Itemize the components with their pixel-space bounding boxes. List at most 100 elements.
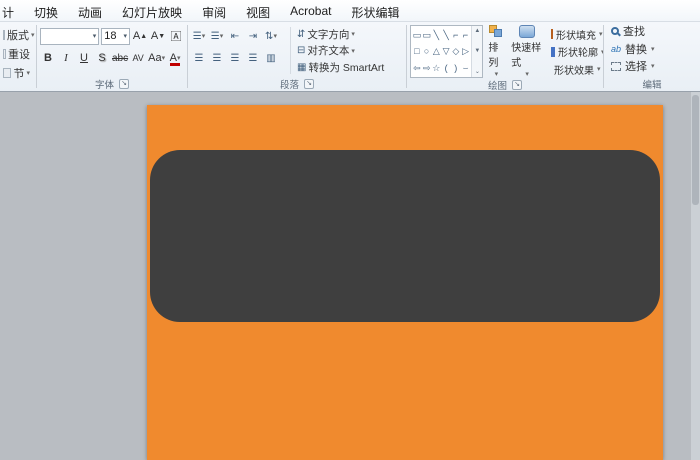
convert-smartart-button[interactable]: ▦ 转换为 SmartArt xyxy=(294,59,403,75)
shape-icon[interactable]: ⇦ xyxy=(413,63,421,73)
bold-button[interactable]: B xyxy=(40,50,56,67)
shape-icon[interactable]: □ xyxy=(414,46,419,56)
shape-icon[interactable]: ⌣ xyxy=(463,63,469,73)
text-direction-icon: ⇵ xyxy=(297,28,306,40)
arrange-icon xyxy=(489,25,503,38)
scrollbar-thumb[interactable] xyxy=(692,95,699,205)
quick-styles-icon xyxy=(519,25,536,38)
justify-button[interactable]: ☰ xyxy=(245,50,261,67)
group-paragraph: ☰ ▾ ☰ ▾ ⇤ ⇥ ⇅ ▾ ☰ ☰ ☰ ☰ ▥ ⇵ 文字方向 ▾ ⊟ 对齐文… xyxy=(188,22,406,91)
italic-button[interactable]: I xyxy=(58,50,74,67)
text-direction-button[interactable]: ⇵ 文字方向 ▾ xyxy=(294,26,403,42)
shape-icon[interactable]: ╲ xyxy=(443,30,448,40)
group-editing: 查找 ab 替换 ▾ 选择 ▾ 编辑 xyxy=(604,22,700,91)
shape-icon[interactable]: ⌐ xyxy=(453,30,458,40)
reset-icon xyxy=(3,48,6,59)
group-font: ▾ 18 ▾ A ▲ A ▼ 🄰 B I U S abc AV Aa ▾ A ▾… xyxy=(37,22,187,91)
font-color-button[interactable]: A ▾ xyxy=(167,50,183,67)
change-case-button[interactable]: Aa ▾ xyxy=(148,50,165,67)
font-group-label: 字体 ↘ xyxy=(37,76,187,91)
shape-icon[interactable]: ☆ xyxy=(432,63,440,73)
shape-icon[interactable]: ( xyxy=(445,63,448,73)
vertical-scrollbar[interactable] xyxy=(691,92,700,460)
section-button[interactable]: 节 ▾ xyxy=(3,63,33,82)
shape-icon[interactable]: ○ xyxy=(424,46,429,56)
replace-icon: ab xyxy=(611,43,622,54)
numbering-button[interactable]: ☰ ▾ xyxy=(209,28,225,45)
drawing-dialog-launcher[interactable]: ↘ xyxy=(512,80,522,90)
reset-button[interactable]: 重设 xyxy=(3,44,33,63)
editing-group-label: 编辑 xyxy=(642,79,662,91)
find-button[interactable]: 查找 xyxy=(608,23,700,39)
gallery-more-icon[interactable]: ⌄ xyxy=(475,68,480,75)
paragraph-group-label: 段落 ↘ xyxy=(188,76,406,91)
align-left-button[interactable]: ☰ xyxy=(191,50,207,67)
shape-icon[interactable]: ◇ xyxy=(452,46,459,56)
group-drawing: ▭ ▭ ╲ ╲ ⌐ ⌐ □ ○ △ ▽ ◇ ▷ ⇦ ⇨ ☆() ⌣ ▲ ▼ ⌄ 排列 ▾ 快速样式 ▾ xyxy=(407,22,603,91)
shape-outline-icon xyxy=(551,46,556,57)
ribbon: 计 切换 动画 幻灯片放映 审阅 视图 Acrobat 形状编辑 版式▾ 重设 xyxy=(0,0,700,92)
align-text-button[interactable]: ⊟ 对齐文本 ▾ xyxy=(294,43,403,59)
shape-icon[interactable]: ▽ xyxy=(443,46,450,56)
shapes-gallery-scrollbar[interactable]: ▲ ▼ ⌄ xyxy=(471,26,483,77)
font-name-combo[interactable]: ▾ xyxy=(40,27,100,45)
find-icon xyxy=(611,27,619,35)
shape-icon[interactable]: ╲ xyxy=(434,30,439,40)
shape-icon[interactable]: ▭ xyxy=(422,30,431,40)
shape-icon[interactable]: ▷ xyxy=(462,46,469,56)
tab-design-partial[interactable]: 计 xyxy=(0,0,24,21)
shape-icon[interactable]: △ xyxy=(433,46,440,56)
rounded-rectangle-shape[interactable] xyxy=(150,150,660,322)
tab-animations[interactable]: 动画 xyxy=(68,0,112,21)
quick-styles-button[interactable]: 快速样式 ▾ xyxy=(509,25,545,78)
line-spacing-button[interactable]: ⇅ ▾ xyxy=(263,28,279,45)
align-text-icon: ⊟ xyxy=(297,45,306,56)
underline-button[interactable]: U xyxy=(76,50,92,67)
scroll-down-icon[interactable]: ▼ xyxy=(474,48,480,54)
section-icon xyxy=(3,67,12,78)
replace-button[interactable]: ab 替换 ▾ xyxy=(608,41,700,57)
shape-icon[interactable]: ⌐ xyxy=(463,30,468,40)
shape-fill-icon xyxy=(551,29,554,39)
clear-formatting-icon[interactable]: 🄰 xyxy=(168,28,184,45)
align-center-button[interactable]: ☰ xyxy=(209,50,225,67)
arrange-button[interactable]: 排列 ▾ xyxy=(486,25,506,78)
paragraph-dialog-launcher[interactable]: ↘ xyxy=(304,78,314,89)
decrease-indent-button[interactable]: ⇤ xyxy=(227,28,243,45)
text-shadow-button[interactable]: S xyxy=(94,50,110,67)
bullets-button[interactable]: ☰ ▾ xyxy=(191,28,207,45)
shape-icon[interactable]: ) xyxy=(454,63,457,73)
layout-button[interactable]: 版式 ▾ xyxy=(3,25,35,44)
shape-outline-button[interactable]: 形状轮廓 ▾ xyxy=(548,44,603,60)
strikethrough-button[interactable]: abc xyxy=(112,50,128,67)
align-right-button[interactable]: ☰ xyxy=(227,50,243,67)
ribbon-body: 版式 ▾ 重设 节 ▾ ▾ 18 ▾ A ▲ A ▼ 🄰 B I U S abc… xyxy=(0,22,700,91)
increase-indent-button[interactable]: ⇥ xyxy=(245,28,261,45)
tab-review[interactable]: 审阅 xyxy=(192,0,236,21)
shapes-gallery-box: ▭ ▭ ╲ ╲ ⌐ ⌐ □ ○ △ ▽ ◇ ▷ ⇦ ⇨ ☆() ⌣ ▲ ▼ ⌄ xyxy=(410,25,484,78)
shape-icon[interactable]: ⇨ xyxy=(423,63,431,73)
tab-transitions[interactable]: 切换 xyxy=(24,0,68,21)
shape-icon[interactable]: ▭ xyxy=(413,30,422,40)
group-slides: 版式 ▾ 重设 节 ▾ xyxy=(0,22,36,91)
columns-button[interactable]: ▥ xyxy=(263,50,279,67)
shape-fill-button[interactable]: 形状填充 ▾ xyxy=(548,26,603,42)
scroll-up-icon[interactable]: ▲ xyxy=(474,28,480,34)
smartart-icon: ▦ xyxy=(297,61,307,73)
slide[interactable] xyxy=(147,105,663,460)
select-button[interactable]: 选择 ▾ xyxy=(608,58,700,74)
grow-font-button[interactable]: A ▲ xyxy=(132,28,148,45)
tab-acrobat[interactable]: Acrobat xyxy=(280,0,341,21)
drawing-group-label: 绘图 ↘ xyxy=(407,78,603,91)
tab-slideshow[interactable]: 幻灯片放映 xyxy=(112,0,192,21)
character-spacing-button[interactable]: AV xyxy=(130,50,146,67)
tab-shape-edit[interactable]: 形状编辑 xyxy=(341,0,409,21)
select-icon xyxy=(611,61,621,71)
layout-icon xyxy=(3,29,5,40)
font-size-combo[interactable]: 18 ▾ xyxy=(101,27,130,45)
shrink-font-button[interactable]: A ▼ xyxy=(150,28,166,45)
shape-effects-button[interactable]: 形状效果 ▾ xyxy=(548,61,601,77)
shapes-gallery: ▭ ▭ ╲ ╲ ⌐ ⌐ □ ○ △ ▽ ◇ ▷ ⇦ ⇨ ☆() ⌣ xyxy=(411,26,471,77)
tab-view[interactable]: 视图 xyxy=(236,0,280,21)
font-dialog-launcher[interactable]: ↘ xyxy=(119,78,129,89)
